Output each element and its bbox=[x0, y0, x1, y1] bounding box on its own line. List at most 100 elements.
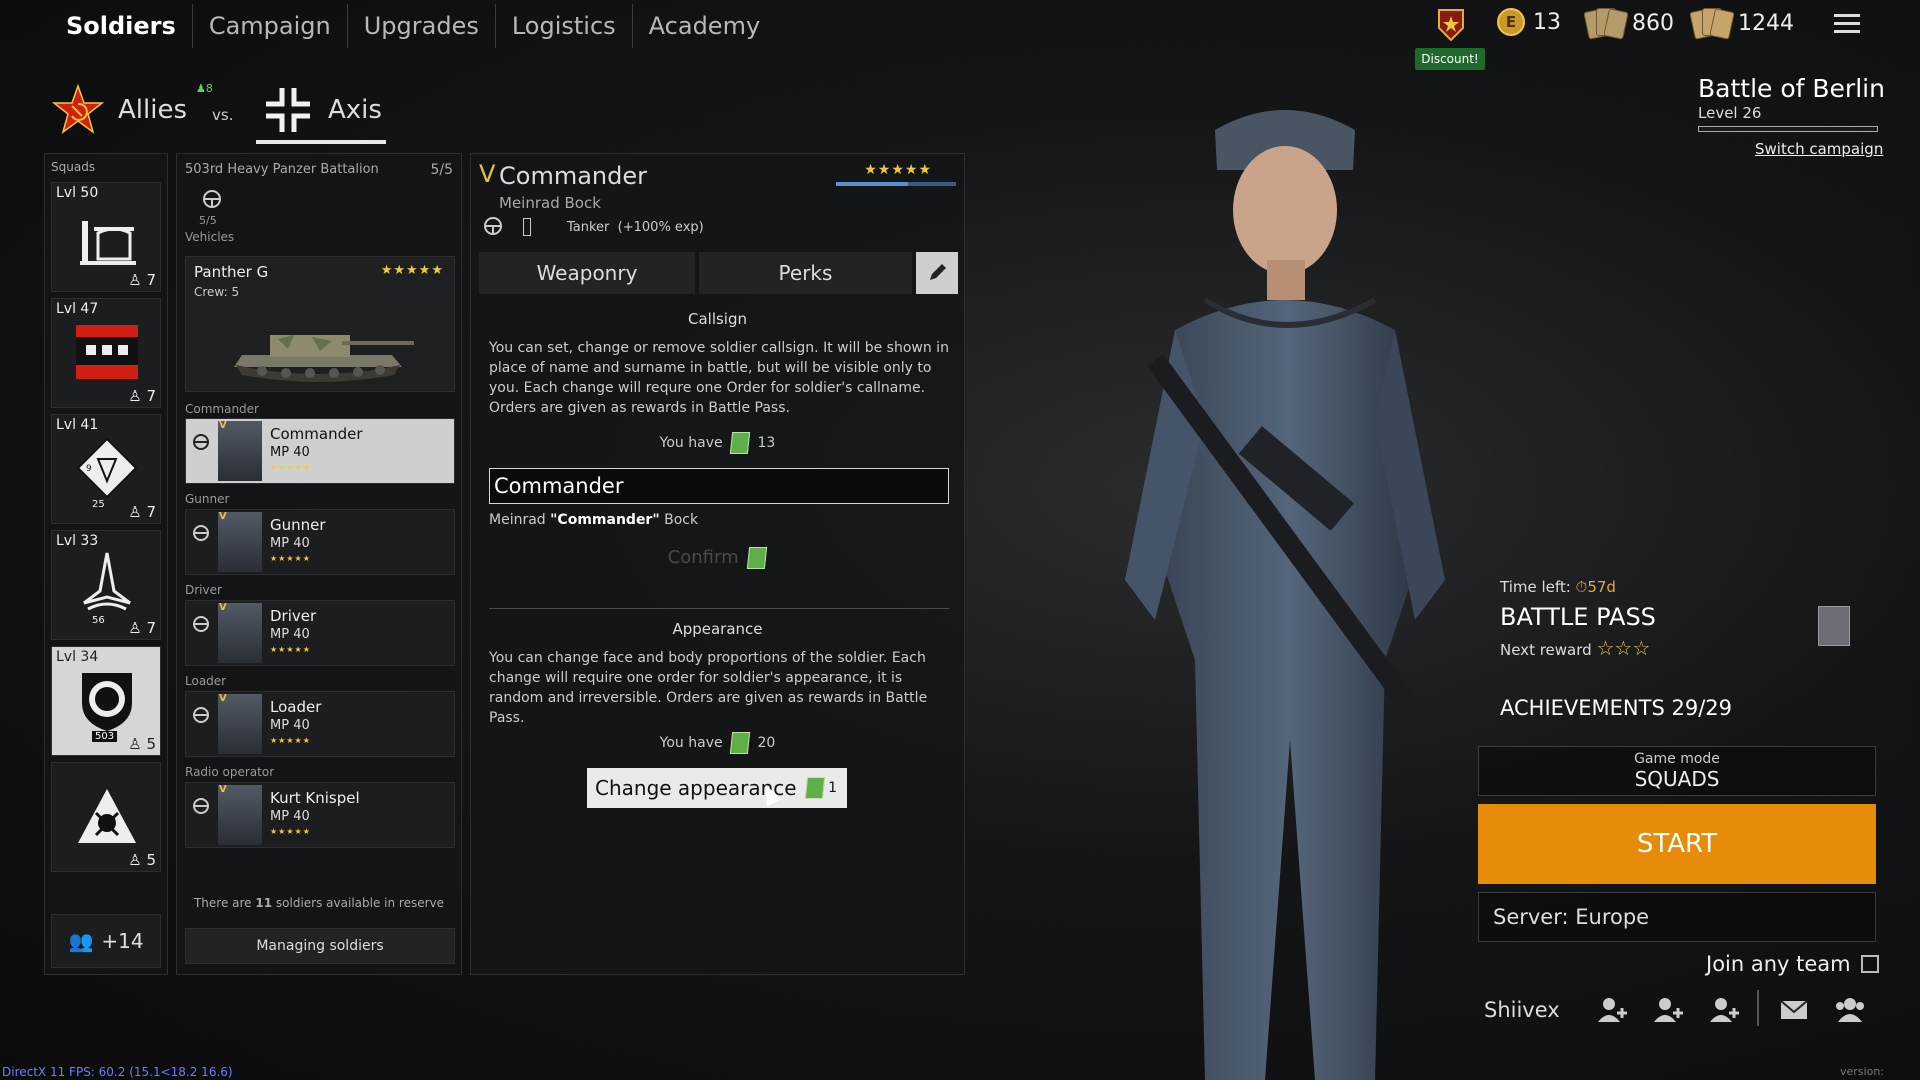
reserve-soldiers-button[interactable]: 👥 +14 bbox=[51, 914, 161, 968]
clock-icon: ⏱ bbox=[1575, 578, 1588, 596]
soldier-rank: V bbox=[219, 420, 227, 431]
add-friend-icon[interactable] bbox=[1708, 994, 1740, 1026]
appearance-orders: You have 20 bbox=[471, 732, 964, 754]
switch-campaign-link[interactable]: Switch campaign bbox=[1755, 140, 1883, 158]
squad-card-1[interactable]: Lvl 50 ♙ 7 bbox=[51, 182, 161, 292]
server-selector[interactable]: Server: Europe bbox=[1478, 892, 1876, 942]
appearance-description: You can change face and body proportions… bbox=[489, 650, 928, 726]
battle-pass-reward-thumbnail[interactable] bbox=[1818, 606, 1850, 646]
soldier-weapon: MP 40 bbox=[270, 809, 310, 824]
soldier-weapon: MP 40 bbox=[270, 536, 310, 551]
callsign-preview: Meinrad "Commander" Bock bbox=[489, 512, 699, 528]
steering-wheel-icon bbox=[203, 190, 221, 208]
soldier-row-radio-operator[interactable]: V Kurt Knispel MP 40 ★★★★★ bbox=[185, 782, 455, 848]
steering-wheel-icon bbox=[193, 707, 209, 723]
soldier-row-gunner[interactable]: V Gunner MP 40 ★★★★★ bbox=[185, 509, 455, 575]
tab-perks[interactable]: Perks bbox=[699, 252, 912, 294]
role-label-gunner: Gunner bbox=[185, 492, 230, 506]
soldier-name: Commander bbox=[270, 425, 363, 443]
panther-tank-image bbox=[234, 335, 414, 382]
soldier-class: Tanker (+100% exp) bbox=[567, 220, 704, 235]
soldier-rank: V bbox=[219, 784, 227, 795]
edit-button[interactable] bbox=[916, 252, 958, 294]
appearance-title: Appearance bbox=[672, 620, 763, 638]
group-icon[interactable] bbox=[1834, 994, 1866, 1026]
cards-icon bbox=[1583, 8, 1629, 40]
soldier-tabs: Weaponry Perks bbox=[479, 252, 958, 294]
tab-campaign[interactable]: Campaign bbox=[193, 4, 348, 48]
squad-card-4[interactable]: Lvl 33 56 ♙ 7 bbox=[51, 530, 161, 640]
game-mode-selector[interactable]: Game mode SQUADS bbox=[1478, 746, 1876, 796]
tab-logistics[interactable]: Logistics bbox=[496, 4, 633, 48]
game-mode-label: Game mode bbox=[1634, 751, 1720, 767]
tab-upgrades[interactable]: Upgrades bbox=[348, 4, 496, 48]
role-label-driver: Driver bbox=[185, 583, 222, 597]
steering-wheel-icon bbox=[193, 616, 209, 632]
soldier-name: Driver bbox=[270, 607, 317, 625]
vehicle-name: Panther G bbox=[194, 263, 269, 281]
squad-card-2[interactable]: Lvl 47 ♙ 7 bbox=[51, 298, 161, 408]
squad-card-3[interactable]: Lvl 41 9 25 ♙ 7 bbox=[51, 414, 161, 524]
change-appearance-button[interactable]: Change appearance 1 bbox=[587, 768, 847, 808]
mail-icon[interactable] bbox=[1778, 994, 1810, 1026]
squad-level: Lvl 34 bbox=[56, 649, 99, 665]
vehicle-crew: Crew: 5 bbox=[194, 285, 240, 299]
reserve-count: +14 bbox=[101, 929, 144, 953]
soldier-panel: V Commander Meinrad Bock ★★★★★ Tanker (+… bbox=[470, 153, 965, 975]
tab-weaponry[interactable]: Weaponry bbox=[479, 252, 695, 294]
version-label: version: 0.2.1.41 bbox=[1840, 1065, 1885, 1080]
medal-icon[interactable] bbox=[1436, 8, 1466, 42]
join-any-team-checkbox[interactable] bbox=[1861, 955, 1879, 973]
order-icon bbox=[729, 432, 751, 454]
currency-cards1: 860 bbox=[1583, 8, 1674, 40]
soldier-weapon: MP 40 bbox=[270, 445, 310, 460]
soldier-xp-bar bbox=[836, 182, 956, 186]
callsign-input[interactable] bbox=[489, 468, 949, 504]
menu-icon[interactable] bbox=[1834, 14, 1860, 36]
soldier-row-driver[interactable]: V Driver MP 40 ★★★★★ bbox=[185, 600, 455, 666]
confirm-callsign-button[interactable]: Confirm bbox=[621, 542, 817, 574]
managing-soldiers-button[interactable]: Managing soldiers bbox=[185, 928, 455, 964]
tab-academy[interactable]: Academy bbox=[633, 4, 776, 48]
axis-label: Axis bbox=[328, 95, 382, 125]
soldier-stars: ★★★★★ bbox=[864, 162, 932, 178]
faction-axis[interactable]: Axis bbox=[262, 84, 382, 136]
squad-emblem-icon bbox=[80, 221, 136, 265]
currency-cards2: 1244 bbox=[1689, 8, 1794, 40]
tab-soldiers[interactable]: Soldiers bbox=[50, 4, 193, 48]
squad-count: ♙ 5 bbox=[128, 735, 156, 753]
players-online: ♟8 bbox=[196, 82, 213, 95]
soldier-weapon: MP 40 bbox=[270, 718, 310, 733]
bullet-icon bbox=[523, 218, 531, 236]
currency-e: E 13 bbox=[1497, 8, 1561, 36]
soldier-rank: V bbox=[219, 511, 227, 522]
battle-pass-next-reward: Next reward ☆☆☆ bbox=[1500, 636, 1651, 660]
vehicle-slot-count: 5/5 bbox=[199, 214, 217, 227]
role-label-loader: Loader bbox=[185, 674, 227, 688]
vehicle-card[interactable]: Panther G Crew: 5 ★★★★★ bbox=[185, 256, 455, 392]
add-friend-icon[interactable] bbox=[1596, 994, 1628, 1026]
squad-card-5-selected[interactable]: Lvl 34 503 ♙ 5 bbox=[51, 646, 161, 756]
steering-wheel-icon bbox=[193, 434, 209, 450]
battle-pass-title[interactable]: BATTLE PASS bbox=[1500, 603, 1656, 631]
achievements-link[interactable]: ACHIEVEMENTS 29/29 bbox=[1500, 696, 1732, 720]
change-cost: 1 bbox=[802, 768, 837, 808]
soldier-row-loader[interactable]: V Loader MP 40 ★★★★★ bbox=[185, 691, 455, 757]
squad-emblem-icon bbox=[78, 789, 136, 843]
currency-e-value: 13 bbox=[1533, 9, 1561, 35]
add-friend-icon[interactable] bbox=[1652, 994, 1684, 1026]
soldier-rank: V bbox=[479, 160, 496, 188]
discount-badge[interactable]: Discount! bbox=[1415, 48, 1485, 70]
squad-emblem-icon bbox=[83, 552, 131, 611]
soviet-star-icon bbox=[52, 84, 104, 134]
squads-title: Squads bbox=[51, 160, 96, 174]
squad-count: ♙ 7 bbox=[128, 619, 156, 637]
soldier-row-commander[interactable]: V Commander MP 40 ★★★★★ bbox=[185, 418, 455, 484]
start-button[interactable]: START bbox=[1478, 804, 1876, 884]
soldier-name: Gunner bbox=[270, 516, 326, 534]
faction-allies[interactable]: Allies bbox=[52, 84, 187, 136]
squad-count: ♙ 5 bbox=[128, 851, 156, 869]
steering-wheel-icon bbox=[193, 798, 209, 814]
squad-card-6[interactable]: ♙ 5 bbox=[51, 762, 161, 872]
order-icon bbox=[729, 732, 751, 754]
